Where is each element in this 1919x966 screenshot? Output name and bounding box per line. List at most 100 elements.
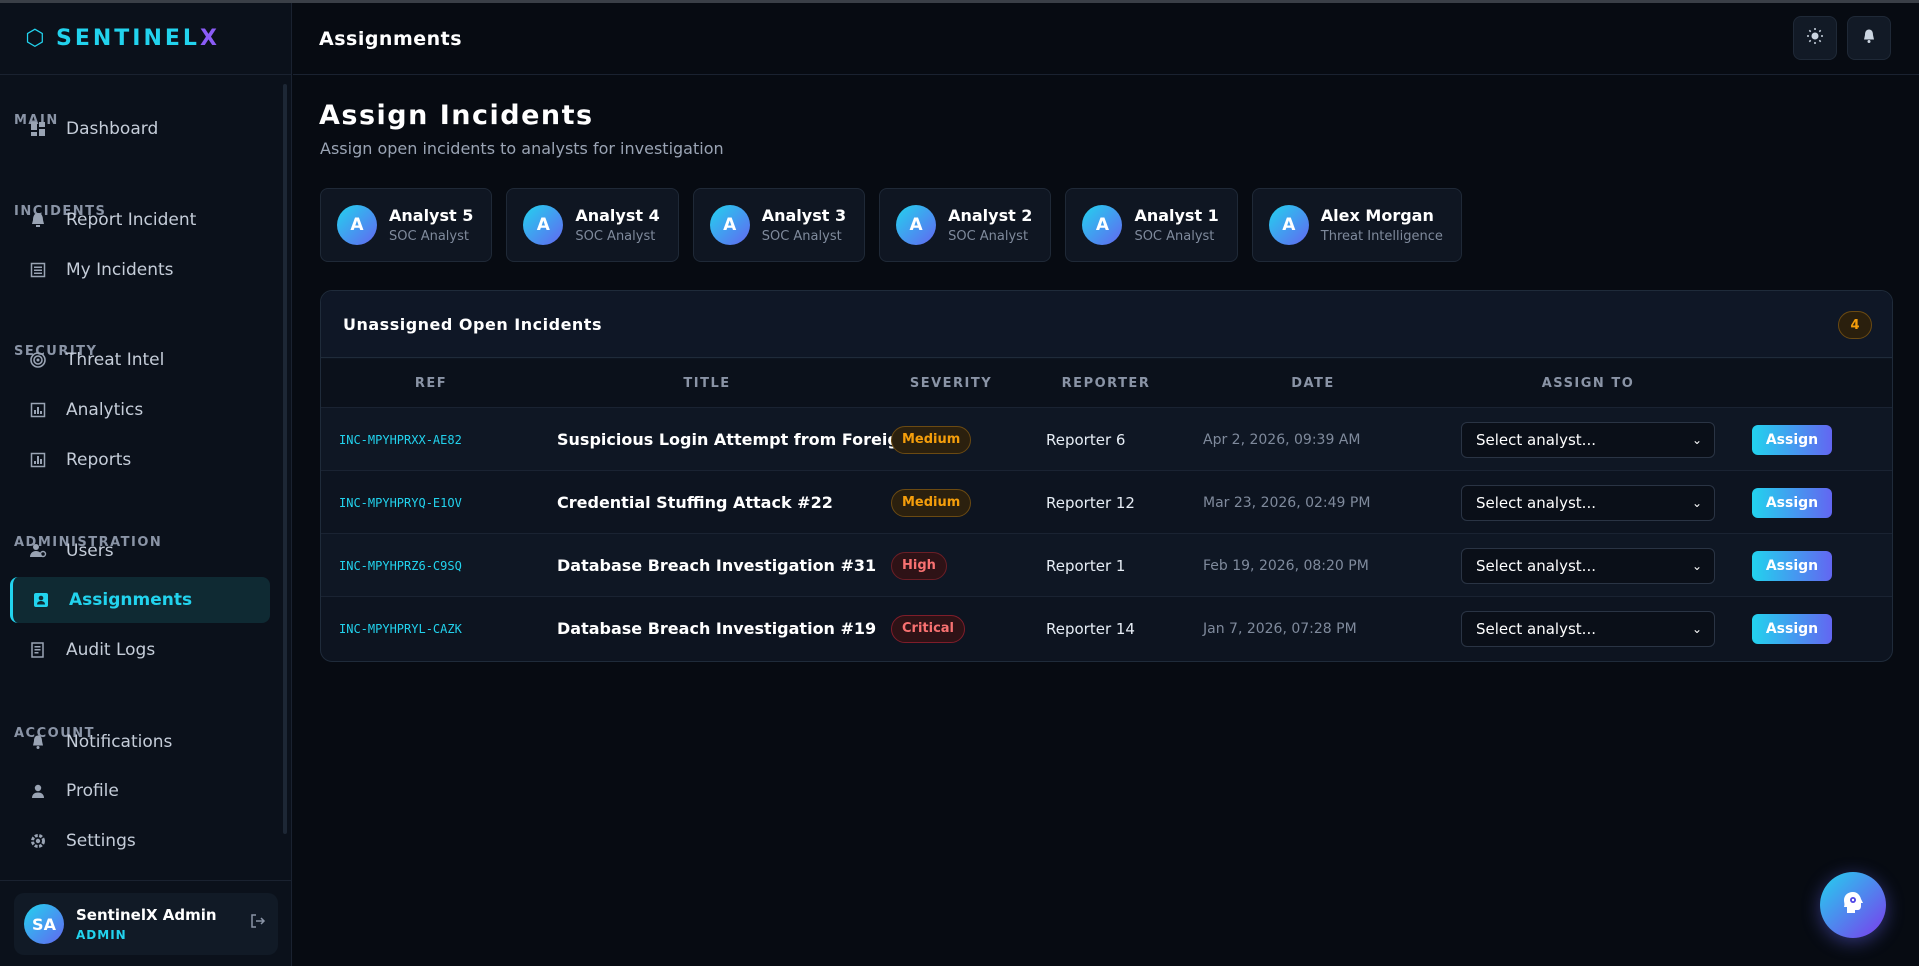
analyst-select[interactable]: Select analyst... ⌄ [1461,484,1715,521]
sidebar-item-label: Report Incident [66,210,197,230]
analyst-role: Threat Intelligence [1320,229,1443,244]
table-row: INC-MPYHPRZ6-C9SQ Database Breach Invest… [321,533,1892,597]
sidebar-item-threat-intel[interactable]: Threat Intel [10,337,270,383]
incident-title: Suspicious Login Attempt from Foreig... [557,430,918,449]
sidebar-item-analytics[interactable]: Analytics [10,387,270,433]
analyst-role: SOC Analyst [1134,229,1215,244]
incident-ref[interactable]: INC-MPYHPRZ6-C9SQ [339,534,462,597]
severity-badge: Medium [891,488,972,517]
dashboard-icon [28,119,48,139]
severity-badge: Critical [891,614,966,643]
hexagon-icon: ⬡ [25,26,45,51]
sidebar-item-label: Assignments [69,590,193,610]
gear-icon [28,831,48,851]
incident-ref[interactable]: INC-MPYHPRXX-AE82 [339,408,462,471]
analyst-card[interactable]: A Analyst 3 SOC Analyst [692,188,866,262]
sidebar-item-dashboard[interactable]: Dashboard [10,106,270,152]
sidebar-item-assignments[interactable]: Assignments [10,577,270,623]
sidebar-item-settings[interactable]: Settings [10,818,270,864]
user-name: SentinelX Admin [76,906,217,924]
analyst-role: SOC Analyst [761,229,842,244]
sidebar-item-users[interactable]: Users [10,528,270,574]
sidebar-scrollbar-thumb[interactable] [283,84,287,834]
sidebar-item-label: Settings [66,831,136,851]
target-icon [28,350,48,370]
page-subtitle: Assign open incidents to analysts for in… [320,139,724,158]
analyst-name: Analyst 1 [1134,206,1219,225]
analyst-select[interactable]: Select analyst... ⌄ [1461,547,1715,584]
page-title: Assign Incidents [319,100,594,131]
assign-button[interactable]: Assign [1752,424,1832,455]
sidebar-item-label: Audit Logs [66,640,156,660]
sidebar-nav: MAIN Dashboard INCIDENTS Report Incident… [0,76,282,876]
assign-button[interactable]: Assign [1752,550,1832,581]
analyst-role: SOC Analyst [948,229,1029,244]
chevron-down-icon: ⌄ [1691,495,1702,510]
sidebar-item-report-incident[interactable]: Report Incident [10,197,270,243]
analyst-card[interactable]: A Analyst 1 SOC Analyst [1065,188,1238,262]
unassigned-incidents-panel: Unassigned Open Incidents 4 REF TITLE SE… [320,290,1893,662]
audit-icon [28,640,48,660]
incident-ref[interactable]: INC-MPYHPRYL-CAZK [339,597,462,660]
analyst-name: Analyst 2 [948,206,1033,225]
column-header-reporter: REPORTER [1061,376,1151,391]
analyst-card[interactable]: A Analyst 5 SOC Analyst [320,188,493,262]
assign-button[interactable]: Assign [1752,613,1832,644]
analyst-name: Alex Morgan [1320,206,1434,225]
theme-toggle-button[interactable] [1793,16,1837,60]
sidebar-item-profile[interactable]: Profile [10,768,270,814]
sidebar-scrollbar[interactable] [282,76,288,876]
severity-badge: Medium [891,425,972,454]
assignment-icon [31,590,51,610]
incident-ref[interactable]: INC-MPYHPRYQ-E1OV [339,471,462,534]
analytics-icon [28,400,48,420]
sidebar-item-label: Dashboard [66,119,159,139]
column-header-date: DATE [1291,376,1335,391]
analyst-name: Analyst 5 [389,206,474,225]
column-header-assign-to: ASSIGN TO [1541,376,1635,391]
sidebar-item-audit-logs[interactable]: Audit Logs [10,627,270,673]
analyst-select[interactable]: Select analyst... ⌄ [1461,421,1715,458]
logout-icon[interactable] [250,913,266,934]
chevron-down-icon: ⌄ [1691,558,1702,573]
avatar: A [896,205,937,245]
incident-date: Jan 7, 2026, 07:28 PM [1203,620,1357,637]
avatar: A [709,205,750,245]
user-card[interactable]: SA SentinelX Admin ADMIN [14,893,278,955]
analyst-role: SOC Analyst [575,229,656,244]
avatar: SA [24,904,64,944]
assign-button[interactable]: Assign [1752,487,1832,518]
sidebar-item-label: Notifications [66,732,173,752]
panel-header: Unassigned Open Incidents 4 [321,291,1892,358]
analyst-card[interactable]: A Analyst 4 SOC Analyst [506,188,679,262]
severity-badge: High [891,551,947,580]
analyst-select[interactable]: Select analyst... ⌄ [1461,610,1715,647]
sidebar-item-my-incidents[interactable]: My Incidents [10,247,270,293]
notifications-button[interactable] [1847,16,1891,60]
incident-title: Database Breach Investigation #31 [557,556,877,575]
sidebar: ⬡ SENTINELX MAIN Dashboard INCIDENTS Rep… [0,3,292,966]
table-header: REF TITLE SEVERITY REPORTER DATE ASSIGN … [321,359,1892,407]
alarm-icon [28,210,48,230]
person-icon [28,781,48,801]
header-title: Assignments [319,27,463,50]
brand[interactable]: ⬡ SENTINELX [0,3,291,75]
analyst-list: A Analyst 5 SOC Analyst A Analyst 4 SOC An… [320,188,1462,262]
sidebar-item-label: My Incidents [66,260,174,280]
sidebar-item-reports[interactable]: Reports [10,437,270,483]
sidebar-item-notifications[interactable]: Notifications [10,719,270,765]
incident-date: Feb 19, 2026, 08:20 PM [1203,557,1369,574]
analyst-card[interactable]: A Alex Morgan Threat Intelligence [1251,188,1462,262]
sidebar-item-label: Users [66,541,114,561]
column-header-title: TITLE [683,376,731,391]
list-icon [28,260,48,280]
chevron-down-icon: ⌄ [1691,432,1702,447]
ai-assistant-button[interactable] [1820,872,1886,938]
incident-date: Mar 23, 2026, 02:49 PM [1203,494,1371,511]
incident-title: Database Breach Investigation #19 [557,619,877,638]
analyst-card[interactable]: A Analyst 2 SOC Analyst [879,188,1052,262]
avatar: A [1082,205,1123,245]
sidebar-item-label: Threat Intel [66,350,165,370]
users-icon [28,541,48,561]
table-row: INC-MPYHPRXX-AE82 Suspicious Login Attem… [321,407,1892,471]
